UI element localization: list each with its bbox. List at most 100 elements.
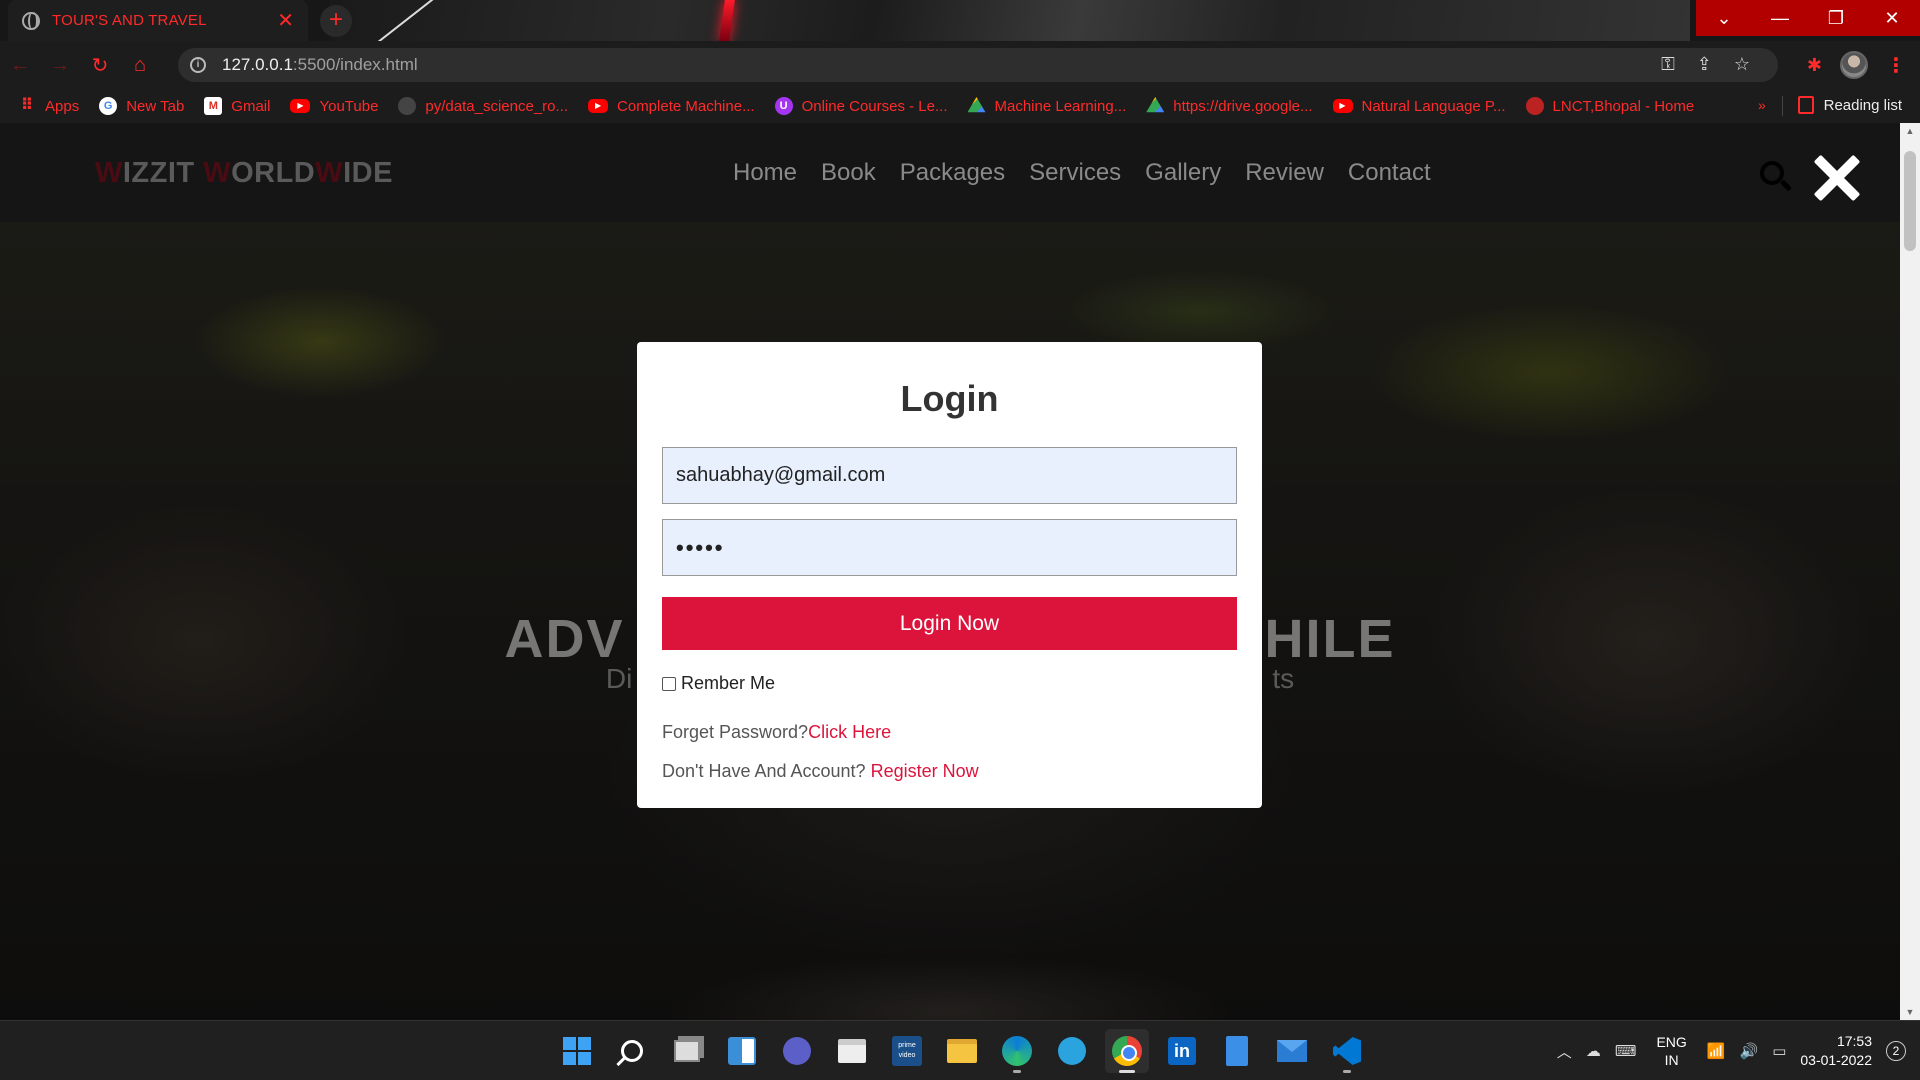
forward-arrow-icon[interactable]: → (40, 54, 80, 77)
microsoft-store-icon (838, 1039, 866, 1063)
bookmark-youtube[interactable]: ▶ YouTube (290, 98, 378, 115)
share-icon[interactable]: ⇪ (1697, 54, 1712, 75)
email-field[interactable] (662, 447, 1237, 504)
nav-review[interactable]: Review (1245, 159, 1324, 187)
reload-icon[interactable]: ↻ (80, 53, 120, 78)
linkedin-app[interactable]: in (1160, 1029, 1204, 1073)
browser-tab-strip: TOUR'S AND TRAVEL ✕ + ⌄ — ❐ ✕ (0, 0, 1920, 41)
register-now-link[interactable]: Register Now (871, 761, 979, 781)
start-button[interactable] (555, 1029, 599, 1073)
forgot-password-link[interactable]: Click Here (808, 722, 891, 742)
scroll-down-arrow-icon[interactable]: ▼ (1900, 1004, 1920, 1020)
windows-logo-icon (563, 1037, 591, 1065)
chrome-icon (1112, 1036, 1142, 1066)
restore-button[interactable]: ❐ (1808, 0, 1864, 36)
bookmark-machine-learning[interactable]: Machine Learning... (967, 97, 1126, 115)
forgot-password-row: Forget Password?Click Here (662, 722, 1237, 743)
system-tray: ︿ ☁ ⌨ ENG IN 📶 🔊 ▭ 17:53 03-01-2022 2 (1557, 1021, 1920, 1080)
keyboard-icon[interactable]: ⌨ (1615, 1042, 1637, 1060)
volume-icon[interactable]: 🔊 (1740, 1042, 1759, 1060)
menu-dots-icon[interactable]: ⋮ (1886, 53, 1906, 78)
bookmark-gmail[interactable]: M Gmail (204, 97, 270, 115)
browser-tab-active[interactable]: TOUR'S AND TRAVEL ✕ (8, 0, 308, 41)
task-view-button[interactable] (665, 1029, 709, 1073)
page-scrollbar[interactable]: ▲ ▼ (1900, 123, 1920, 1020)
tab-close-icon[interactable]: ✕ (277, 8, 294, 33)
nav-packages[interactable]: Packages (900, 159, 1005, 187)
bookmark-github[interactable]: py/data_science_ro... (398, 97, 568, 115)
star-icon[interactable]: ☆ (1734, 54, 1750, 75)
folder-icon (947, 1039, 977, 1063)
nav-home[interactable]: Home (733, 159, 797, 187)
home-icon[interactable]: ⌂ (120, 54, 160, 77)
remember-me-checkbox[interactable] (662, 676, 676, 691)
profile-avatar[interactable] (1840, 51, 1868, 79)
nav-contact[interactable]: Contact (1348, 159, 1431, 187)
search-icon[interactable] (1760, 161, 1793, 192)
google-icon: G (99, 97, 118, 115)
bookmark-complete-machine[interactable]: ▶ Complete Machine... (588, 98, 755, 115)
window-close-button[interactable]: ✕ (1864, 0, 1920, 36)
bookmarks-overflow-chevron-icon[interactable]: » (1758, 97, 1766, 113)
mail-icon (1277, 1040, 1307, 1062)
document-app[interactable] (1215, 1029, 1259, 1073)
tab-title: TOUR'S AND TRAVEL (52, 12, 207, 29)
mail-app[interactable] (1270, 1029, 1314, 1073)
notification-count-badge[interactable]: 2 (1886, 1041, 1906, 1061)
nav-services[interactable]: Services (1029, 159, 1121, 187)
nav-book[interactable]: Book (821, 159, 876, 187)
bookmark-online-courses[interactable]: U Online Courses - Le... (774, 97, 948, 115)
vscode-app[interactable] (1325, 1029, 1369, 1073)
teams-chat-icon (783, 1037, 811, 1065)
taskbar-apps: prime video in (555, 1029, 1369, 1073)
close-login-icon[interactable] (1812, 153, 1862, 203)
bookmark-apps[interactable]: ⠿ Apps (18, 97, 79, 115)
address-bar-actions: ⚿ ⇪ ☆ (1661, 54, 1750, 75)
clock[interactable]: 17:53 03-01-2022 (1800, 1032, 1872, 1070)
youtube-icon: ▶ (588, 99, 609, 113)
telegram-app[interactable] (1050, 1029, 1094, 1073)
bookmark-drive[interactable]: https://drive.google... (1146, 97, 1313, 115)
register-text: Don't Have And Account? (662, 761, 871, 781)
address-bar[interactable]: i 127.0.0.1 :5500/index.html ⚿ ⇪ ☆ (178, 48, 1778, 82)
login-now-button[interactable]: Login Now (662, 597, 1237, 650)
site-logo[interactable]: WIZZIT WORLDWIDE (95, 157, 393, 190)
chrome-app[interactable] (1105, 1029, 1149, 1073)
input-language[interactable]: ENG IN (1656, 1033, 1686, 1069)
prime-video-app[interactable]: prime video (885, 1029, 929, 1073)
edge-app[interactable] (995, 1029, 1039, 1073)
password-field[interactable] (662, 519, 1237, 576)
extensions-puzzle-icon[interactable]: ✱ (1807, 55, 1822, 76)
site-info-icon[interactable]: i (190, 57, 206, 73)
reading-list-button[interactable]: Reading list (1797, 96, 1902, 114)
windows-taskbar: prime video in ︿ ☁ ⌨ ENG IN 📶 🔊 ▭ 17:53 … (0, 1020, 1920, 1080)
tray-chevron-up-icon[interactable]: ︿ (1557, 1041, 1572, 1062)
minimize-button[interactable]: — (1752, 0, 1808, 36)
bookmark-lnct[interactable]: LNCT,Bhopal - Home (1525, 97, 1694, 115)
nav-gallery[interactable]: Gallery (1145, 159, 1221, 187)
edge-icon (1002, 1036, 1032, 1066)
main-nav: Home Book Packages Services Gallery Revi… (733, 159, 1431, 187)
file-explorer-app[interactable] (940, 1029, 984, 1073)
site-header: WIZZIT WORLDWIDE Home Book Packages Serv… (0, 123, 1900, 222)
battery-icon[interactable]: ▭ (1772, 1042, 1786, 1060)
bookmark-new-tab[interactable]: G New Tab (99, 97, 184, 115)
clock-time: 17:53 (1836, 1033, 1872, 1049)
scrollbar-thumb[interactable] (1904, 151, 1916, 251)
remember-me-row: Rember Me (662, 673, 1237, 694)
wifi-icon[interactable]: 📶 (1707, 1042, 1726, 1060)
bookmark-nlp[interactable]: ▶ Natural Language P... (1332, 98, 1506, 115)
tab-search-chevron-icon[interactable]: ⌄ (1696, 0, 1752, 36)
key-icon[interactable]: ⚿ (1661, 54, 1675, 75)
widgets-button[interactable] (720, 1029, 764, 1073)
scroll-up-arrow-icon[interactable]: ▲ (1900, 123, 1920, 139)
teams-chat-button[interactable] (775, 1029, 819, 1073)
store-app[interactable] (830, 1029, 874, 1073)
taskbar-search-button[interactable] (610, 1029, 654, 1073)
google-drive-icon (1146, 97, 1165, 113)
globe-icon (22, 11, 40, 30)
back-arrow-icon[interactable]: ← (0, 54, 40, 77)
onedrive-cloud-icon[interactable]: ☁ (1586, 1042, 1601, 1060)
prime-video-icon: prime video (892, 1036, 922, 1066)
new-tab-button[interactable]: + (320, 5, 352, 37)
